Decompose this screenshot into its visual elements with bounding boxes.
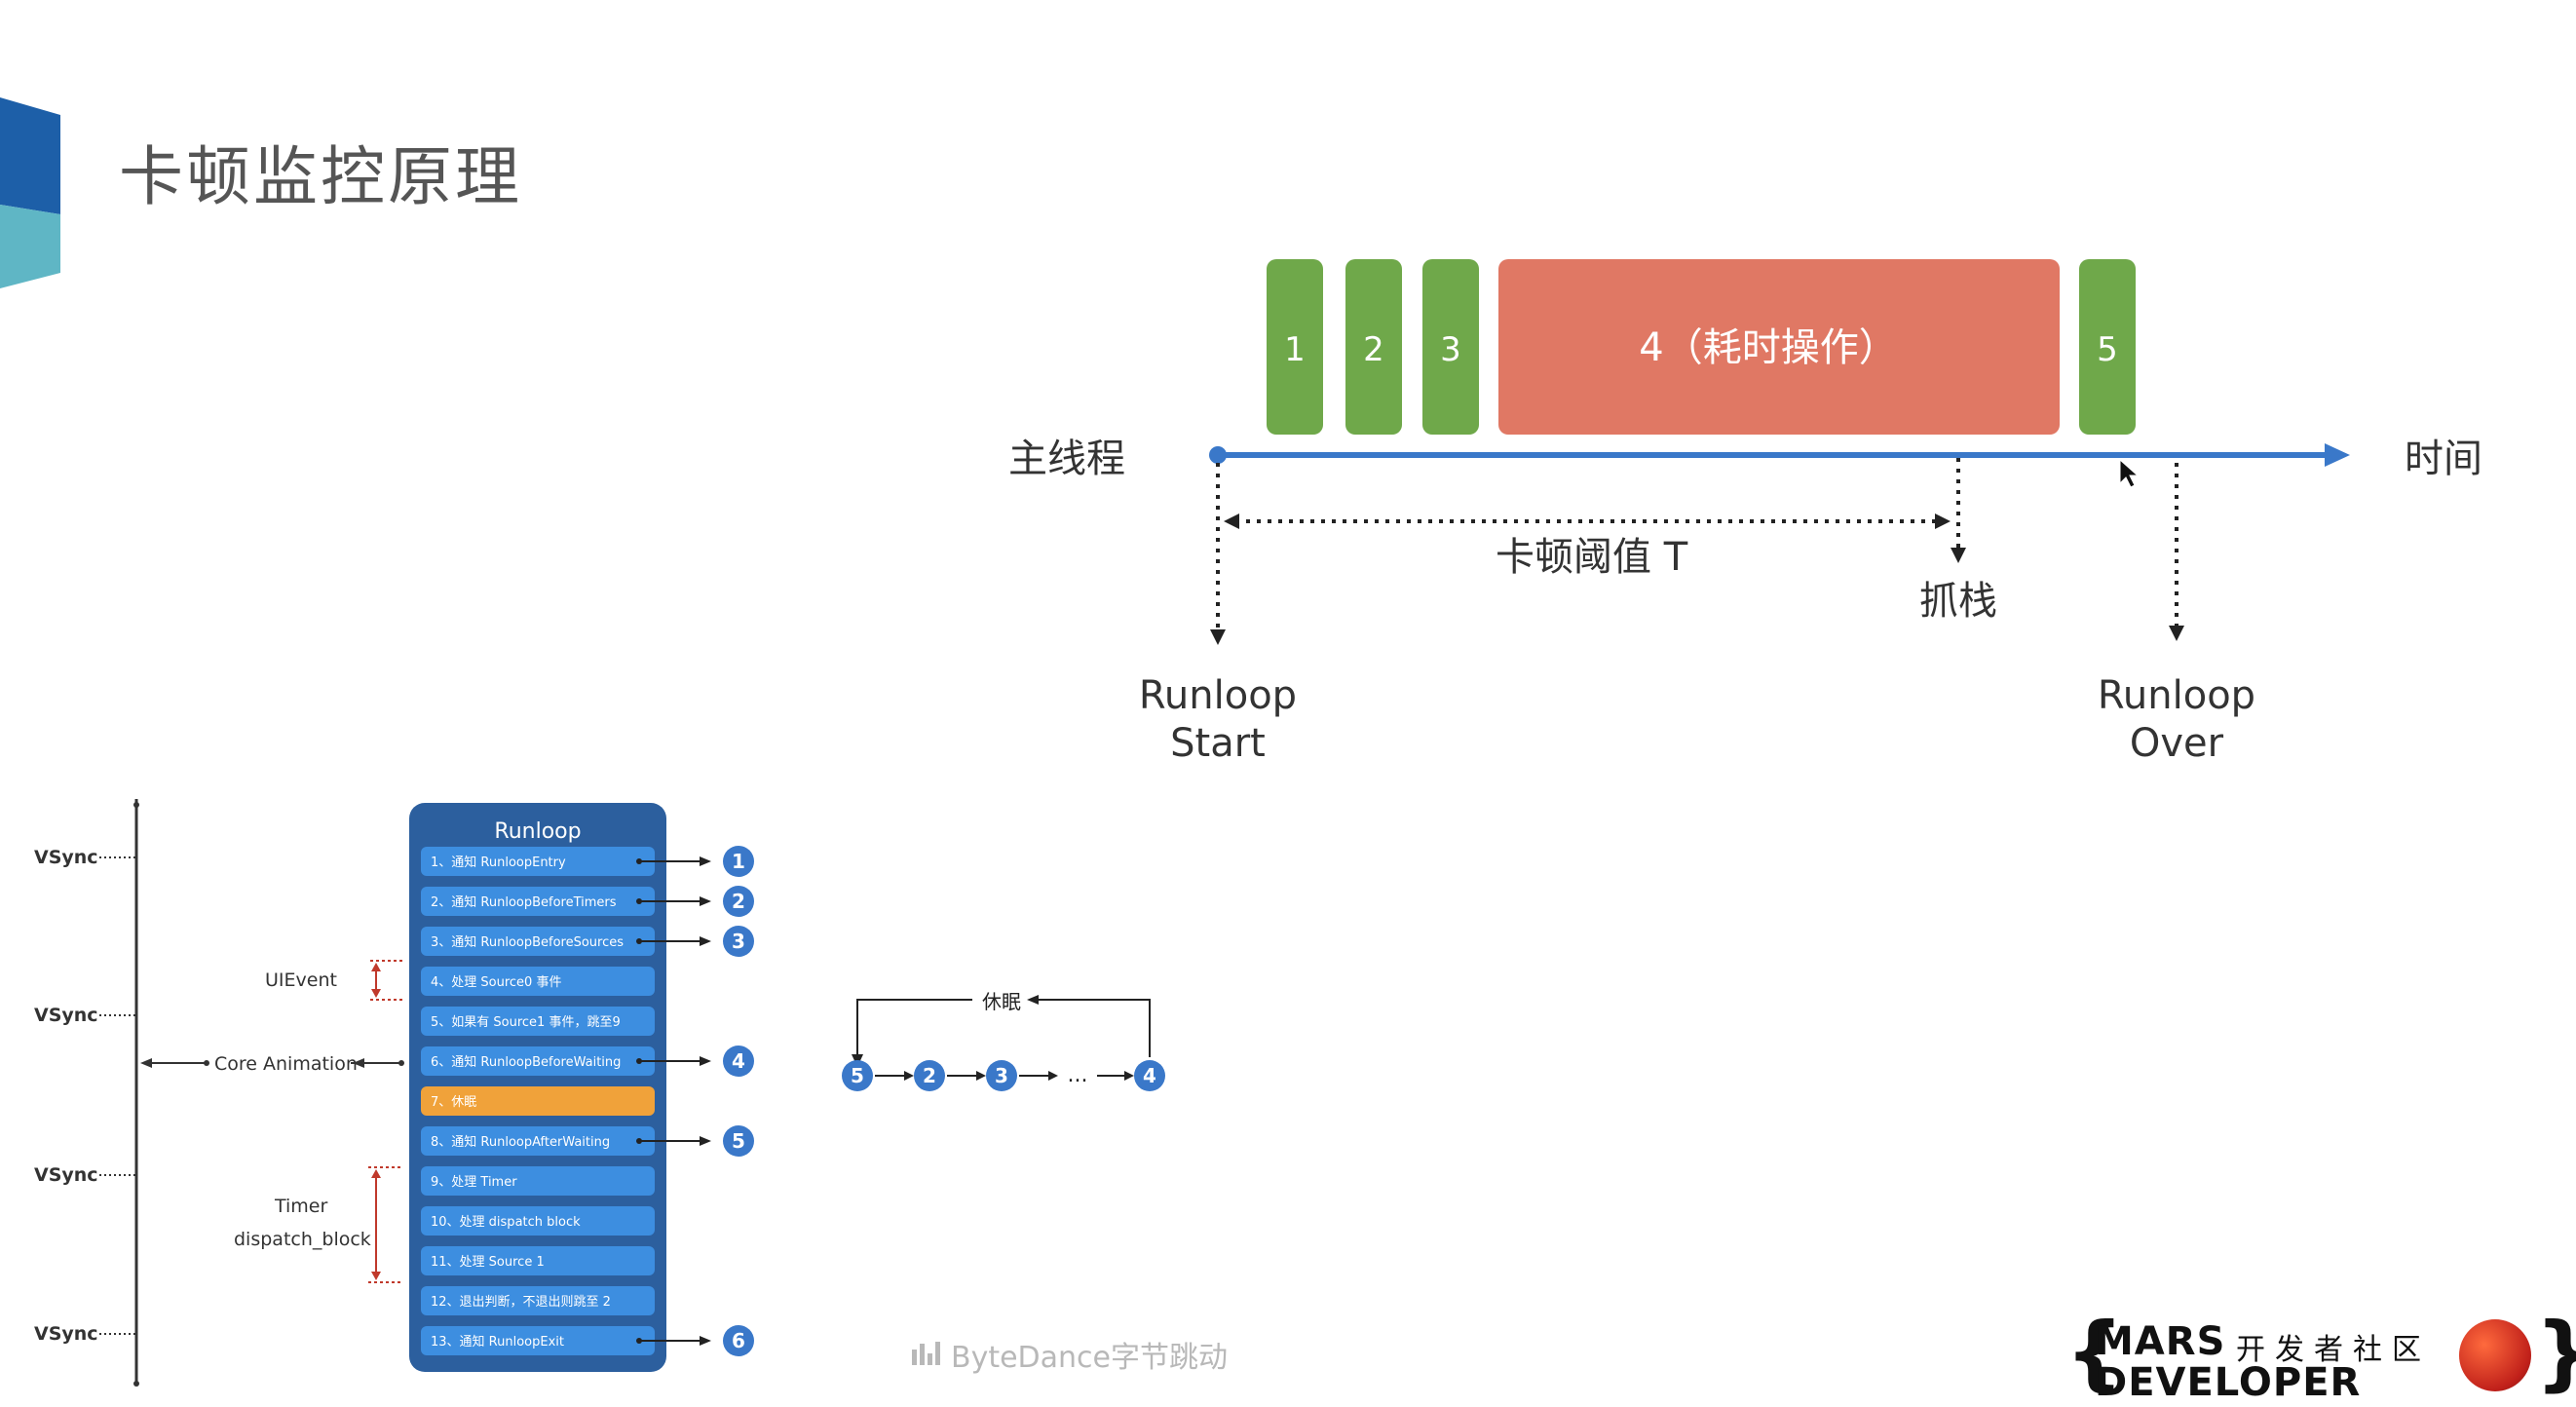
brand-line1: MARS [2095,1319,2226,1364]
runloop-step-label: 1、通知 RunloopEntry [431,855,566,870]
task-blocks: 1 2 3 4（耗时操作） 5 [1267,259,2136,435]
svg-text:5: 5 [851,1064,864,1087]
runloop-over-line2: Over [2130,721,2224,766]
runloop-step-label: 5、如果有 Source1 事件，跳至9 [431,1014,621,1030]
runloop-step-label: 6、通知 RunloopBeforeWaiting [431,1054,621,1070]
mars-planet-icon [2459,1319,2531,1391]
mars-developer-brand: { MARS 开发者社区 DEVELOPER } [2065,1312,2576,1405]
sleep-label: 休眠 [982,990,1021,1013]
task-block-5-label: 5 [2097,330,2118,369]
vsync-label-3: VSync [34,1164,98,1186]
svg-text:3: 3 [995,1064,1008,1087]
task-block-4-label: 4（耗时操作） [1639,325,1897,370]
svg-text:3: 3 [732,930,745,953]
uievent-label: UIEvent [265,970,337,991]
bytedance-watermark-text: ByteDance字节跳动 [951,1341,1229,1375]
svg-text:2: 2 [732,890,745,913]
runloop-panel-title: Runloop [494,819,581,844]
bytedance-watermark: ByteDance字节跳动 [912,1333,1228,1376]
runloop-step-label: 7、休眠 [431,1095,476,1110]
task-block-2-label: 2 [1363,330,1384,369]
runloop-over-line1: Runloop [2098,673,2255,718]
cycle-diagram: 休眠 5 2 3 4 ... [842,986,1165,1091]
svg-text:1: 1 [732,850,745,873]
bytedance-logo-icon [912,1342,940,1365]
runloop-step-label: 12、退出判断，不退出则跳至 2 [431,1295,611,1310]
svg-text:2: 2 [923,1064,936,1087]
runloop-step-label: 13、通知 RunloopExit [431,1334,564,1350]
runloop-start-line1: Runloop [1139,673,1297,718]
svg-text:5: 5 [732,1129,745,1153]
core-animation-label: Core Animation [214,1053,358,1075]
vsync-label-2: VSync [34,1005,98,1026]
runloop-step-label: 8、通知 RunloopAfterWaiting [431,1134,610,1150]
runloop-step-label: 11、处理 Source 1 [431,1255,545,1270]
runloop-step-label: 10、处理 dispatch block [431,1215,581,1230]
vsync-label-4: VSync [34,1323,98,1345]
timer-label: Timer [274,1196,327,1217]
mouse-cursor-icon [2119,458,2140,488]
brand-line2: DEVELOPER [2095,1360,2362,1405]
svg-text:6: 6 [732,1329,745,1352]
task-block-3-label: 3 [1440,330,1461,369]
runloop-step-label: 4、处理 Source0 事件 [431,975,561,990]
grab-stack-label: 抓栈 [1919,579,1997,624]
cycle-ellipsis: ... [1068,1063,1088,1087]
svg-text:4: 4 [1143,1064,1156,1087]
runloop-diagram: VSync VSync VSync VSync Core Animation U… [34,799,754,1387]
threshold-label: 卡顿阈值 T [1496,535,1688,580]
runloop-step-label: 3、通知 RunloopBeforeSources [431,934,624,950]
svg-text:4: 4 [732,1049,745,1073]
runloop-start-line2: Start [1170,721,1266,766]
vsync-label-1: VSync [34,847,98,868]
main-thread-label: 主线程 [1008,437,1125,481]
task-block-1-label: 1 [1284,330,1306,369]
brand-brace-right: } [2535,1312,2576,1393]
runloop-step-label: 9、处理 Timer [431,1175,517,1190]
runloop-step-label: 2、通知 RunloopBeforeTimers [431,894,617,910]
dispatch-block-label: dispatch_block [234,1229,371,1250]
time-label: 时间 [2405,437,2482,481]
